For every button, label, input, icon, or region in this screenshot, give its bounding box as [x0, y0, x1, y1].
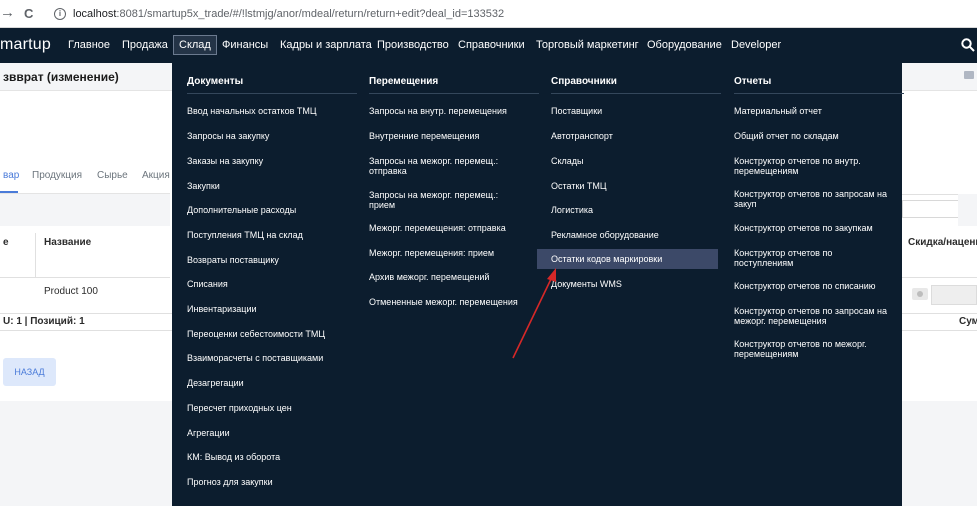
reload-icon[interactable]: C [24, 6, 33, 21]
menu-item[interactable]: Конструктор отчетов по закупкам [734, 223, 899, 233]
menu-column-divider [551, 93, 721, 94]
page-title: звврат (изменение) [3, 70, 119, 84]
menu-item[interactable]: Запросы на межорг. перемещ.: прием [369, 190, 519, 210]
column-header-name[interactable]: Название [44, 237, 91, 248]
tab-goods[interactable]: вар [3, 170, 19, 181]
nav-item-sales[interactable]: Продажа [122, 39, 168, 51]
menu-item[interactable]: Внутренние перемещения [369, 131, 534, 141]
menu-item[interactable]: Запросы на внутр. перемещения [369, 106, 534, 116]
brand-logo[interactable]: martup [0, 36, 51, 54]
menu-column-divider [187, 93, 357, 94]
menu-item[interactable]: Взаиморасчеты с поставщиками [187, 353, 352, 363]
menu-item[interactable]: Документы WMS [551, 279, 716, 289]
menu-item[interactable]: Запросы на межорг. перемещ.: отправка [369, 156, 519, 176]
menu-item[interactable]: Переоценки себестоимости ТМЦ [187, 329, 352, 339]
nav-item-production[interactable]: Производство [377, 39, 449, 51]
back-button[interactable]: НАЗАД [3, 358, 56, 386]
menu-item[interactable]: Конструктор отчетов по поступлениям [734, 248, 859, 268]
column-header-icon: е [3, 237, 9, 248]
toolbar-band [0, 194, 170, 226]
menu-item[interactable]: Межорг. перемещения: отправка [369, 223, 534, 233]
menu-item[interactable]: Пересчет приходных цен [187, 403, 352, 413]
menu-item[interactable]: Заказы на закупку [187, 156, 352, 166]
browser-toolbar: → C i localhost:8081/smartup5x_trade/#/!… [0, 0, 977, 28]
nav-item-equipment[interactable]: Оборудование [647, 39, 722, 51]
menu-column-header: Справочники [551, 76, 617, 87]
menu-item[interactable]: Конструктор отчетов по межорг. перемещен… [734, 339, 884, 359]
table-header [0, 226, 170, 278]
right-toolbar-cell [958, 194, 977, 226]
menu-column-header: Документы [187, 76, 244, 87]
menu-item[interactable]: Межорг. перемещения: прием [369, 248, 534, 258]
menu-item[interactable]: Конструктор отчетов по внутр. перемещени… [734, 156, 894, 176]
menu-item[interactable]: Остатки ТМЦ [551, 181, 716, 191]
menu-item[interactable]: Автотранспорт [551, 131, 716, 141]
menu-item[interactable]: Списания [187, 279, 352, 289]
nav-item-developer[interactable]: Developer [731, 39, 781, 51]
menu-item[interactable]: Общий отчет по складам [734, 131, 899, 141]
nav-item-finance[interactable]: Финансы [222, 39, 268, 51]
summary-total-label: Сум [959, 316, 977, 327]
right-divider [902, 277, 977, 278]
url-host: localhost [73, 8, 117, 20]
menu-item[interactable]: Дополнительные расходы [187, 205, 352, 215]
menu-item[interactable]: Запросы на закупку [187, 131, 352, 141]
warehouse-mega-menu: Документы Ввод начальных остатков ТМЦ За… [172, 63, 904, 506]
site-info-icon[interactable]: i [54, 8, 66, 20]
menu-column-divider [734, 93, 904, 94]
menu-item[interactable]: Ввод начальных остатков ТМЦ [187, 106, 352, 116]
menu-item[interactable]: Возвраты поставщику [187, 255, 352, 265]
nav-item-references[interactable]: Справочники [458, 39, 525, 51]
nav-item-warehouse[interactable]: Склад [173, 35, 217, 55]
nav-item-trade-marketing[interactable]: Торговый маркетинг [536, 39, 639, 51]
tab-raw-materials[interactable]: Сырье [97, 170, 128, 181]
menu-item[interactable]: Поставщики [551, 106, 716, 116]
top-navigation: martup Главное Продажа Склад Финансы Кад… [0, 28, 977, 63]
nav-item-main[interactable]: Главное [68, 39, 110, 51]
nav-item-hr-payroll[interactable]: Кадры и зарплата [280, 39, 372, 51]
menu-item[interactable]: Отмененные межорг. перемещения [369, 297, 534, 307]
menu-item[interactable]: Закупки [187, 181, 352, 191]
discount-field[interactable] [931, 285, 977, 305]
menu-item[interactable]: Прогноз для закупки [187, 477, 352, 487]
menu-item[interactable]: Склады [551, 156, 716, 166]
menu-item[interactable]: Инвентаризации [187, 304, 352, 314]
summary-text: U: 1 | Позиций: 1 [3, 316, 85, 327]
menu-column-header: Отчеты [734, 76, 772, 87]
url-path: :8081/smartup5x_trade/#/!lstmjg/anor/mde… [116, 8, 505, 20]
tab-promotion[interactable]: Акция [142, 170, 170, 181]
menu-column-divider [369, 93, 539, 94]
menu-item[interactable]: Дезагрегации [187, 378, 352, 388]
forward-arrow-icon[interactable]: → [0, 4, 15, 21]
column-header-discount[interactable]: Скидка/наценк [908, 237, 977, 248]
menu-item[interactable]: Агрегации [187, 428, 352, 438]
folder-icon[interactable] [964, 71, 974, 79]
menu-item[interactable]: Материальный отчет [734, 106, 899, 116]
column-divider [35, 233, 36, 277]
url-text[interactable]: localhost:8081/smartup5x_trade/#/!lstmjg… [73, 8, 504, 20]
table-cell-product-name: Product 100 [44, 286, 98, 297]
menu-item[interactable]: Рекламное оборудование [551, 230, 716, 240]
menu-item[interactable]: КМ: Вывод из оборота [187, 452, 352, 462]
address-bar[interactable]: i localhost:8081/smartup5x_trade/#/!lstm… [46, 3, 977, 25]
search-icon[interactable] [961, 38, 975, 52]
menu-item[interactable]: Конструктор отчетов по запросам на межор… [734, 306, 894, 326]
menu-item[interactable]: Конструктор отчетов по запросам на закуп [734, 189, 894, 209]
menu-item[interactable]: Конструктор отчетов по списанию [734, 281, 899, 291]
eye-pupil [917, 291, 923, 297]
tab-products[interactable]: Продукция [32, 170, 82, 181]
menu-item[interactable]: Поступления ТМЦ на склад [187, 230, 352, 240]
menu-item[interactable]: Архив межорг. перемещений [369, 272, 534, 282]
menu-item[interactable]: Логистика [551, 205, 716, 215]
eye-icon[interactable] [912, 288, 928, 300]
menu-item-highlighted[interactable]: Остатки кодов маркировки [537, 249, 718, 269]
menu-column-header: Перемещения [369, 76, 439, 87]
